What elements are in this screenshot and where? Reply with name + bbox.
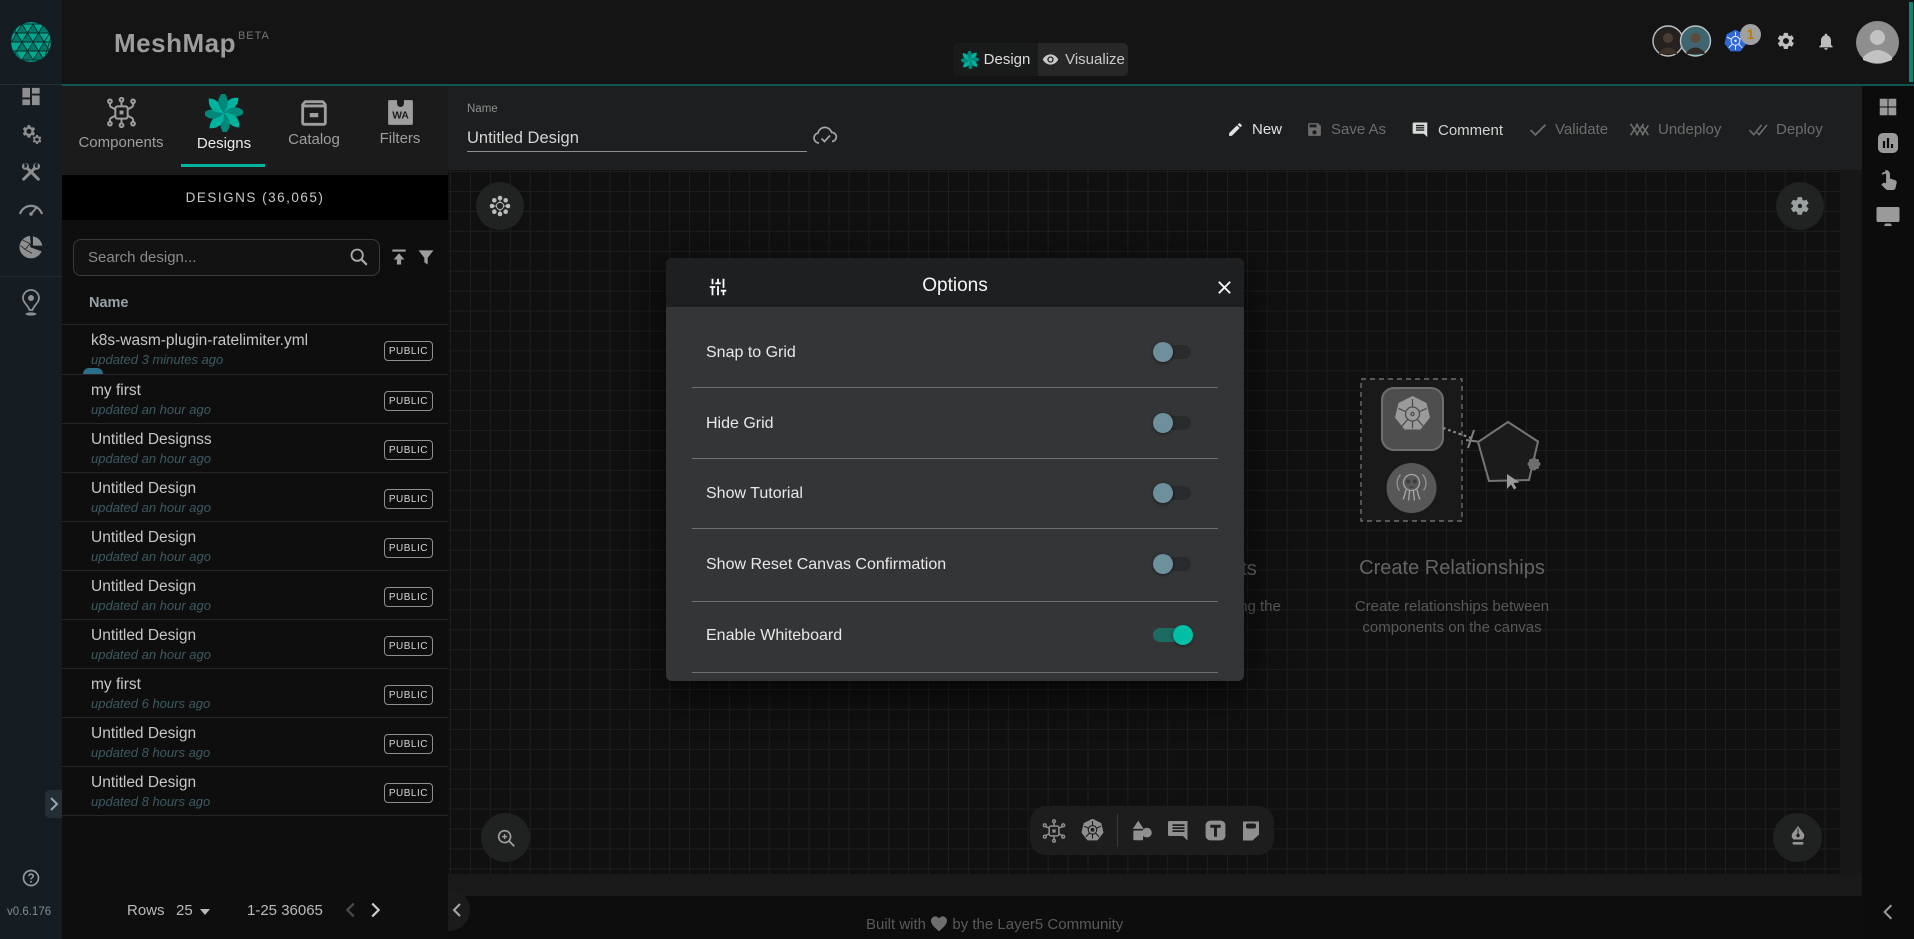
svg-text:WA: WA	[392, 111, 409, 122]
